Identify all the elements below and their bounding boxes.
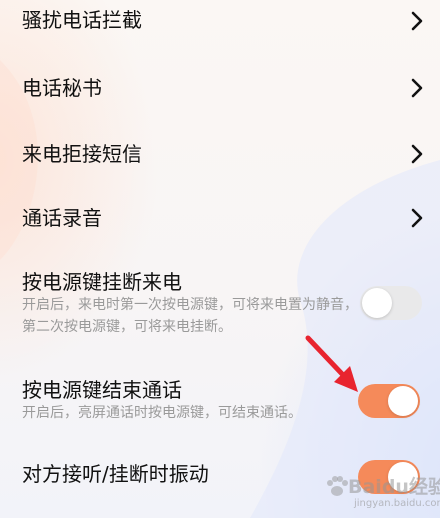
- chevron-right-icon: [411, 144, 423, 164]
- settings-item-power-key-end-call: 按电源键结束通话 开启后，亮屏通话时按电源键，可结束通话。: [0, 372, 440, 432]
- power-key-hangup-incoming-toggle[interactable]: [360, 286, 422, 320]
- call-settings-screen: 骚扰电话拦截 电话秘书 来电拒接短信 通话录音 按电源键挂断来电 开启后，来电时…: [0, 0, 440, 518]
- settings-item-reject-sms[interactable]: 来电拒接短信: [0, 126, 440, 186]
- annotation-arrow-icon: [305, 335, 358, 392]
- settings-item-harassment-block[interactable]: 骚扰电话拦截: [0, 0, 440, 50]
- settings-item-title: 对方接听/挂断时振动: [22, 462, 209, 486]
- toggle-knob: [362, 288, 392, 318]
- settings-item-description: 开启后，亮屏通话时按电源键，可结束通话。: [22, 405, 302, 421]
- settings-item-title: 按电源键挂断来电: [22, 270, 182, 294]
- chevron-right-icon: [411, 208, 423, 228]
- chevron-right-icon: [411, 11, 423, 31]
- settings-item-power-key-hangup-incoming: 按电源键挂断来电 开启后，来电时第一次按电源键，可将来电置为静音，第二次按电源键…: [0, 260, 440, 346]
- settings-item-title: 按电源键结束通话: [22, 378, 182, 402]
- watermark-url: jingyan.baidu.com: [354, 498, 440, 509]
- settings-item-title: 骚扰电话拦截: [22, 8, 142, 32]
- chevron-right-icon: [411, 78, 423, 98]
- settings-item-call-secretary[interactable]: 电话秘书: [0, 60, 440, 120]
- settings-item-title: 通话录音: [22, 206, 102, 230]
- settings-item-call-recording[interactable]: 通话录音: [0, 190, 440, 250]
- toggle-knob: [388, 386, 418, 416]
- settings-item-title: 来电拒接短信: [22, 142, 142, 166]
- settings-item-title: 电话秘书: [22, 76, 102, 100]
- paw-logo-icon: [327, 476, 348, 496]
- watermark-text: Baidu经验: [348, 476, 440, 498]
- watermark: Baidu经验 jingyan.baidu.com: [320, 470, 440, 514]
